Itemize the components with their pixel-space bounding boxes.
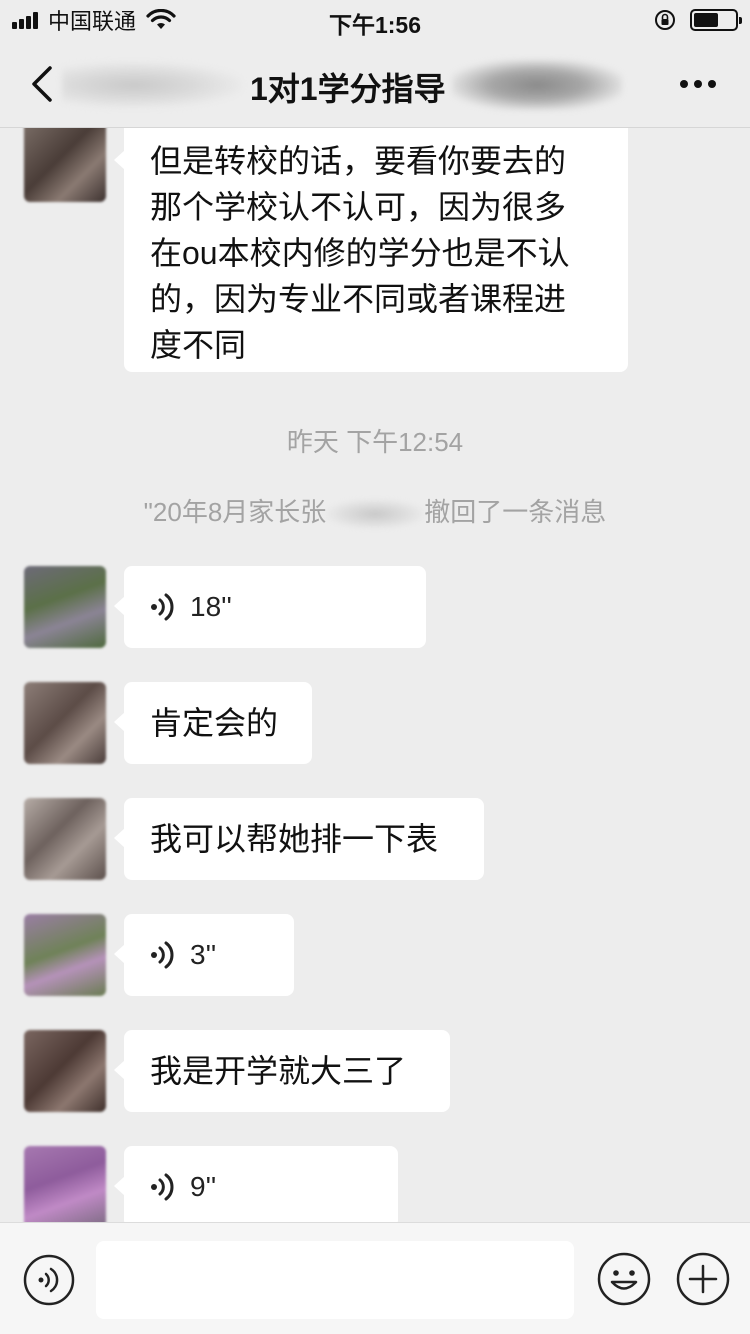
message-line: 但是转校的话，要看你要去的 (150, 143, 567, 179)
avatar[interactable] (24, 1146, 106, 1222)
voice-message-bubble[interactable]: 3'' (114, 914, 294, 996)
avatar[interactable] (24, 914, 106, 996)
voice-duration: 3'' (190, 939, 217, 970)
system-notice: "20年8月家长张 撤回了一条消息 (0, 492, 750, 530)
message-line: 那个学校认不认可，因为很多 (150, 189, 567, 225)
blurred-name-region (62, 62, 242, 108)
voice-message-bubble[interactable]: 9'' (114, 1146, 398, 1222)
voice-duration: 18'' (190, 591, 232, 622)
time-divider: 昨天 下午12:54 (286, 427, 464, 457)
voice-message-bubble[interactable]: 18'' (114, 566, 426, 648)
system-notice-suffix: 撤回了一条消息 (424, 497, 607, 527)
blurred-name-region (452, 60, 622, 110)
chevron-left-icon[interactable] (26, 64, 62, 104)
status-time: 下午1:56 (328, 12, 422, 38)
voice-wave-icon (151, 593, 174, 621)
message-bubble[interactable]: 肯定会的 (114, 682, 312, 764)
message-line: 度不同 (150, 327, 247, 363)
voice-duration: 9'' (190, 1171, 217, 1202)
chat-title: 1对1学分指导 (250, 71, 446, 107)
voice-toggle-icon[interactable] (22, 1253, 76, 1307)
system-notice-prefix: "20年8月家长张 (143, 497, 327, 527)
message-text: 我是开学就大三了 (150, 1053, 407, 1089)
nav-bar: 1对1学分指导 (0, 40, 750, 128)
blurred-name-region (326, 499, 425, 530)
more-dots-icon[interactable] (674, 80, 716, 88)
message-text: 肯定会的 (150, 705, 279, 741)
plus-icon[interactable] (675, 1251, 731, 1307)
input-bar (0, 1222, 750, 1334)
status-bar: 中国联通 下午1:56 (0, 0, 750, 40)
message-bubble[interactable]: 但是转校的话，要看你要去的 那个学校认不认可，因为很多 在ou本校内修的学分也是… (114, 128, 628, 372)
message-input[interactable] (96, 1241, 574, 1319)
voice-wave-icon (151, 941, 174, 969)
avatar[interactable] (24, 682, 106, 764)
emoji-icon[interactable] (596, 1251, 652, 1307)
message-line: 在ou本校内修的学分也是不认 (150, 235, 570, 271)
message-text: 我可以帮她排一下表 (150, 821, 439, 857)
rotation-lock-icon (655, 10, 675, 30)
message-bubble[interactable]: 我可以帮她排一下表 (114, 798, 484, 880)
message-line: 的，因为专业不同或者课程进 (150, 281, 567, 317)
avatar[interactable] (24, 566, 106, 648)
avatar[interactable] (24, 128, 106, 202)
message-bubble[interactable]: 我是开学就大三了 (114, 1030, 450, 1112)
voice-wave-icon (151, 1173, 174, 1201)
battery-icon (690, 9, 742, 31)
status-right (654, 7, 742, 33)
chat-area[interactable]: 但是转校的话，要看你要去的 那个学校认不认可，因为很多 在ou本校内修的学分也是… (0, 128, 750, 1222)
avatar[interactable] (24, 798, 106, 880)
avatar[interactable] (24, 1030, 106, 1112)
